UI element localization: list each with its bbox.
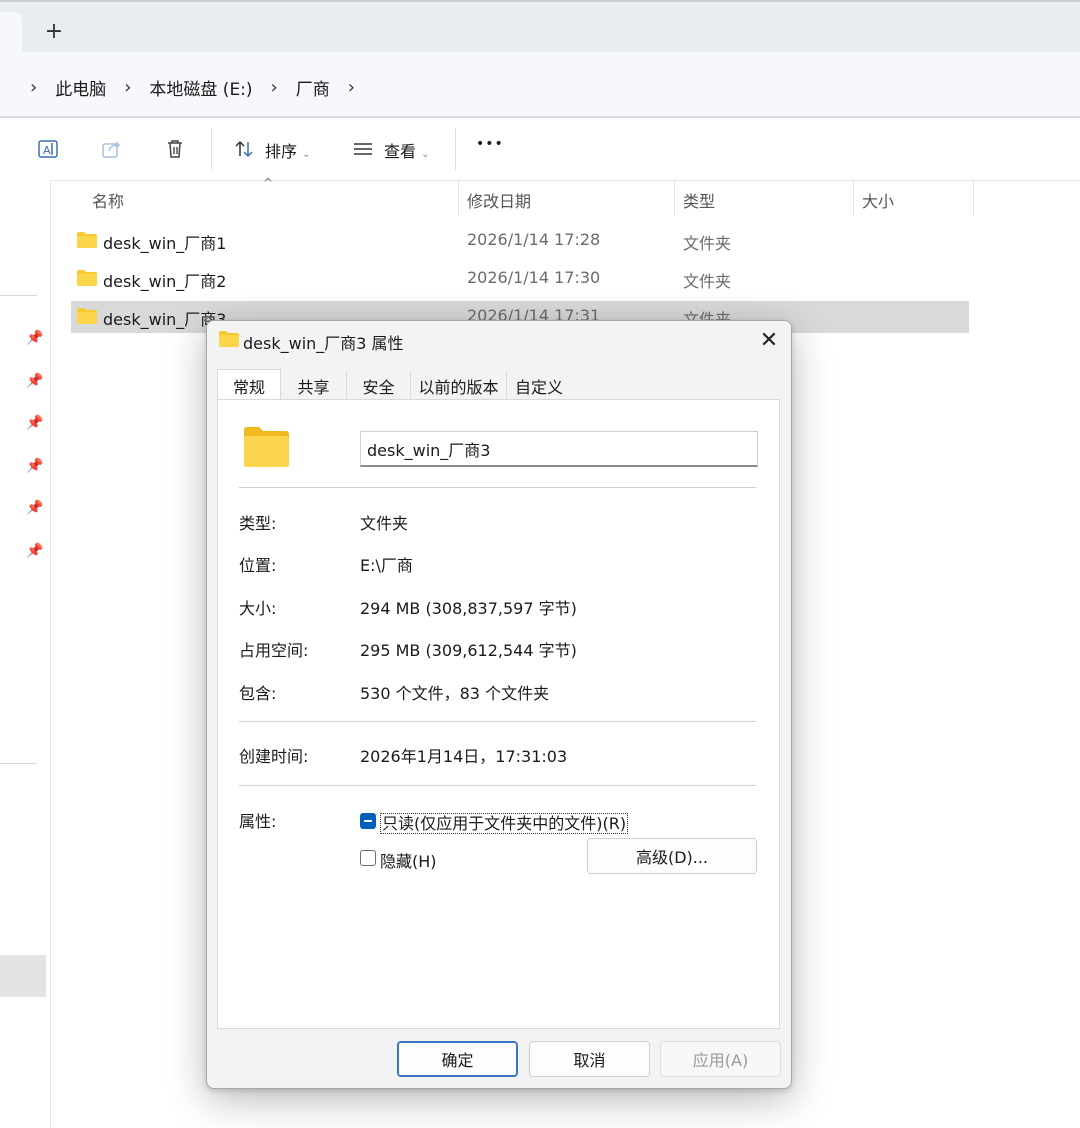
column-header-size[interactable]: 大小	[862, 188, 894, 212]
hidden-checkbox[interactable]	[360, 850, 376, 866]
rename-icon[interactable]: A	[33, 134, 63, 164]
file-name: desk_win_厂商1	[103, 234, 227, 253]
view-icon[interactable]	[348, 134, 378, 164]
breadcrumb-vendor[interactable]: 厂商	[290, 75, 336, 100]
column-divider[interactable]	[853, 180, 854, 216]
file-date: 2026/1/14 17:28	[467, 230, 601, 249]
readonly-label-text: 只读(仅应用于文件夹中的文件)(R)	[380, 813, 629, 834]
more-options-button[interactable]: •••	[476, 136, 504, 152]
pin-icon[interactable]: 📌	[26, 542, 44, 560]
close-button[interactable]: ✕	[755, 327, 783, 355]
sort-ascending-icon: ^	[263, 176, 274, 190]
tab-sharing[interactable]: 共享	[281, 371, 347, 401]
file-type: 文件夹	[683, 272, 732, 291]
pin-icon[interactable]: 📌	[26, 372, 44, 390]
active-tab[interactable]	[0, 12, 22, 54]
tab-general[interactable]: 常规	[217, 369, 281, 401]
view-label: 查看	[384, 142, 417, 161]
view-button[interactable]: 查看 ⌄	[384, 138, 430, 162]
hidden-checkbox-label[interactable]: 隐藏(H)	[380, 848, 437, 872]
sort-button[interactable]: 排序 ⌄	[265, 138, 311, 162]
delete-icon[interactable]	[160, 134, 190, 164]
column-divider[interactable]	[674, 180, 675, 216]
chevron-down-icon: ⌄	[302, 149, 311, 160]
dialog-title: desk_win_厂商3 属性	[243, 334, 404, 353]
file-name: desk_win_厂商2	[103, 272, 227, 291]
chevron-right-icon[interactable]: ›	[18, 77, 49, 98]
sort-icon[interactable]	[229, 134, 259, 164]
column-header-name[interactable]: 名称	[92, 188, 124, 212]
apply-button[interactable]: 应用(A)	[660, 1041, 781, 1077]
general-tab-panel: 类型: 文件夹 位置: E:\厂商 大小: 294 MB (308,837,59…	[217, 399, 780, 1029]
svg-text:A: A	[43, 144, 51, 157]
folder-icon	[244, 427, 289, 467]
chevron-down-icon: ⌄	[421, 149, 430, 160]
column-header-date[interactable]: 修改日期	[467, 188, 531, 212]
command-bar: A 排序 ⌄ 查看 ⌄ •••	[0, 118, 1080, 181]
divider	[239, 785, 756, 786]
location-label: 位置:	[239, 556, 277, 575]
ok-button[interactable]: 确定	[397, 1041, 518, 1077]
size-on-disk-value: 295 MB (309,612,544 字节)	[360, 641, 577, 660]
attributes-label: 属性:	[239, 812, 277, 831]
size-on-disk-label: 占用空间:	[239, 641, 309, 660]
contains-value: 530 个文件，83 个文件夹	[360, 684, 550, 703]
file-row[interactable]: desk_win_厂商1 2026/1/14 17:28 文件夹	[71, 225, 969, 257]
divider	[455, 128, 456, 170]
tab-customize[interactable]: 自定义	[507, 371, 571, 401]
file-row[interactable]: desk_win_厂商2 2026/1/14 17:30 文件夹	[71, 263, 969, 295]
divider	[211, 128, 212, 170]
column-divider[interactable]	[458, 180, 459, 216]
created-label: 创建时间:	[239, 747, 309, 766]
pin-icon[interactable]: 📌	[26, 414, 44, 432]
divider	[239, 487, 756, 488]
cancel-button[interactable]: 取消	[529, 1041, 650, 1077]
file-date: 2026/1/14 17:30	[467, 268, 601, 287]
address-bar: › 此电脑 › 本地磁盘 (E:) › 厂商 ›	[0, 52, 1080, 118]
location-value: E:\厂商	[360, 556, 413, 575]
properties-dialog: desk_win_厂商3 属性 ✕ 常规 共享 安全 以前的版本 自定义 类型:…	[206, 320, 792, 1089]
pin-icon[interactable]: 📌	[26, 329, 44, 347]
size-label: 大小:	[239, 599, 277, 618]
folder-name-input[interactable]	[360, 431, 758, 467]
breadcrumb: › 此电脑 › 本地磁盘 (E:) › 厂商 ›	[18, 64, 367, 110]
advanced-button[interactable]: 高级(D)...	[587, 838, 757, 874]
folder-icon	[77, 232, 97, 248]
folder-icon	[77, 308, 97, 324]
folder-icon	[219, 331, 239, 347]
pin-icon[interactable]: 📌	[26, 457, 44, 475]
nav-item-selected[interactable]	[0, 955, 46, 997]
contains-label: 包含:	[239, 684, 277, 703]
chevron-right-icon[interactable]: ›	[259, 77, 290, 98]
tab-strip: +	[0, 0, 1080, 54]
breadcrumb-local-disk[interactable]: 本地磁盘 (E:)	[143, 75, 258, 100]
share-icon[interactable]	[97, 134, 127, 164]
chevron-right-icon[interactable]: ›	[336, 77, 367, 98]
type-value: 文件夹	[360, 514, 409, 533]
readonly-checkbox-label[interactable]: 只读(仅应用于文件夹中的文件)(R)	[380, 810, 629, 834]
type-label: 类型:	[239, 514, 277, 533]
folder-icon	[77, 270, 97, 286]
sort-label: 排序	[265, 142, 298, 161]
column-header-type[interactable]: 类型	[683, 188, 715, 212]
pin-icon[interactable]: 📌	[26, 499, 44, 517]
chevron-right-icon[interactable]: ›	[112, 77, 143, 98]
new-tab-button[interactable]: +	[38, 16, 70, 48]
tab-security[interactable]: 安全	[347, 371, 411, 401]
breadcrumb-this-pc[interactable]: 此电脑	[49, 75, 112, 100]
column-divider[interactable]	[973, 180, 974, 216]
created-value: 2026年1月14日，17:31:03	[360, 747, 568, 766]
size-value: 294 MB (308,837,597 字节)	[360, 599, 577, 618]
tab-previous-versions[interactable]: 以前的版本	[411, 371, 507, 401]
divider	[0, 295, 37, 296]
divider	[0, 763, 37, 764]
dialog-titlebar[interactable]: desk_win_厂商3 属性 ✕	[207, 321, 791, 361]
file-type: 文件夹	[683, 234, 732, 253]
divider	[239, 721, 756, 722]
readonly-checkbox[interactable]	[360, 813, 376, 829]
